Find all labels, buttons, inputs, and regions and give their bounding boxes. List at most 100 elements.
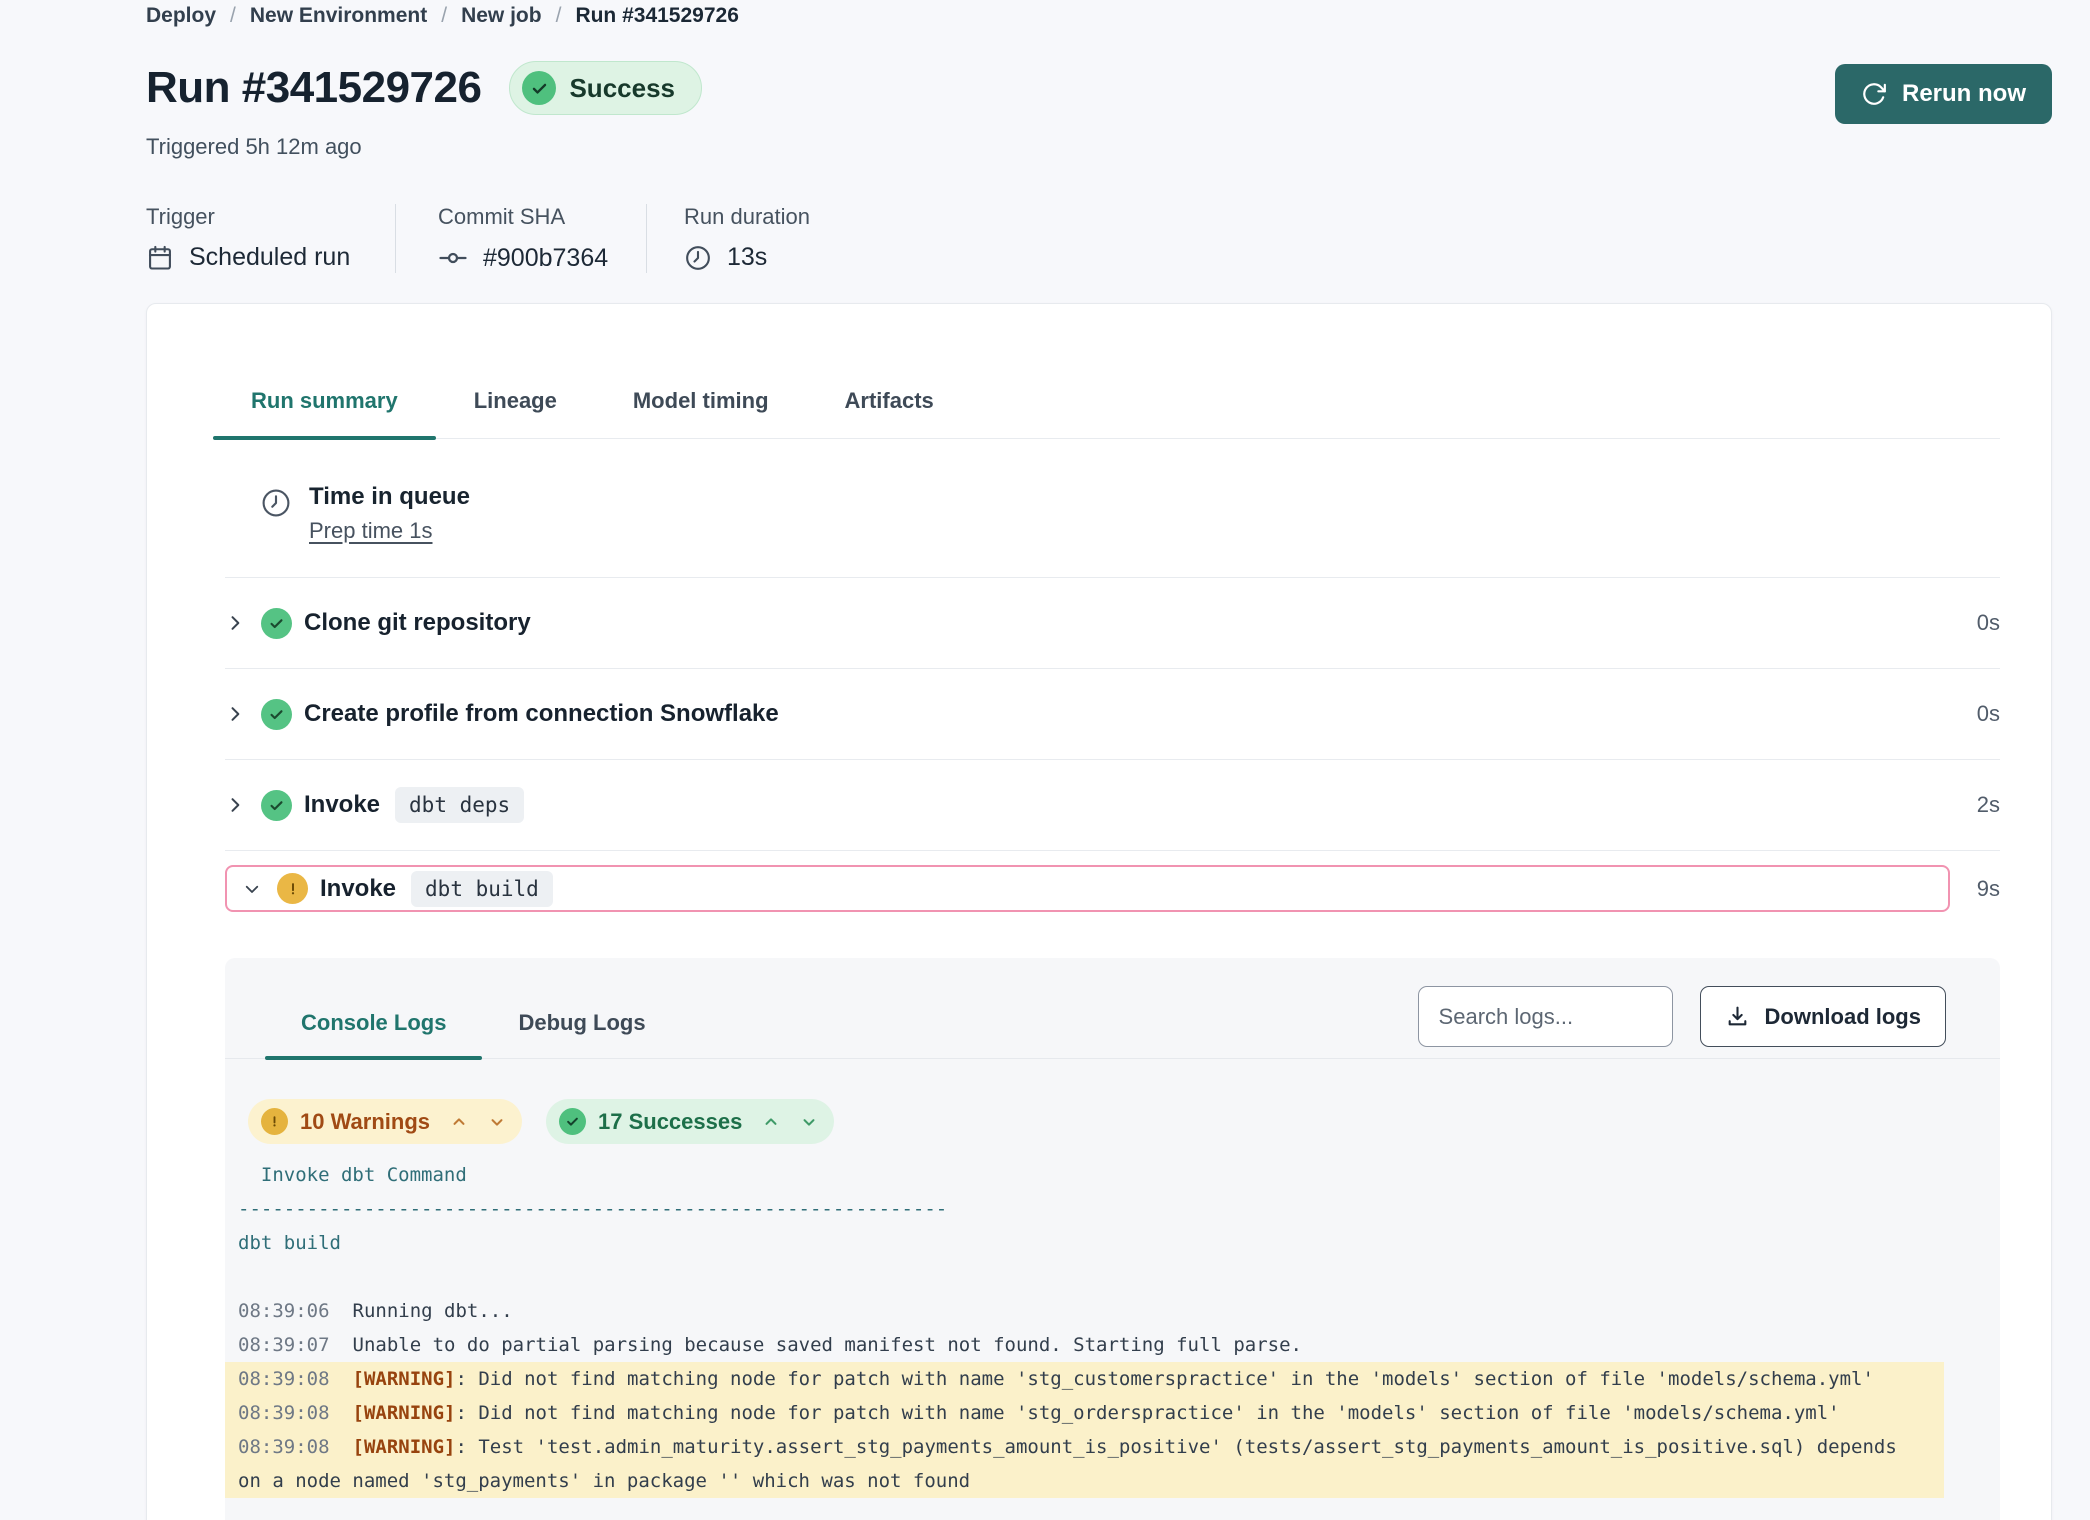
- log-filter-badges: 10 Warnings 17 Successes: [248, 1099, 2000, 1144]
- step-title: Clone git repository: [304, 609, 531, 637]
- breadcrumb-separator: /: [230, 4, 236, 28]
- logs-panel: Console Logs Debug Logs Download logs: [225, 958, 2000, 1520]
- rerun-now-label: Rerun now: [1902, 80, 2026, 108]
- download-logs-label: Download logs: [1765, 1004, 1921, 1030]
- chevron-down-icon[interactable]: [800, 1113, 818, 1131]
- meta-trigger-value: Scheduled run: [189, 243, 350, 272]
- log-timestamp: 08:39:07: [238, 1334, 330, 1356]
- log-line: Invoke dbt Command: [225, 1158, 2000, 1192]
- meta-run-duration: Run duration 13s: [646, 204, 810, 273]
- log-blank-line: [225, 1260, 2000, 1294]
- download-icon: [1725, 1004, 1750, 1029]
- page: Deploy / New Environment / New job / Run…: [0, 0, 2090, 1520]
- log-line-warning: 08:39:08[WARNING]: Did not find matching…: [225, 1396, 1944, 1430]
- breadcrumb-new-environment[interactable]: New Environment: [250, 4, 427, 28]
- log-message: : Did not find matching node for patch w…: [455, 1368, 1873, 1390]
- successes-badge-label: 17 Successes: [598, 1109, 742, 1135]
- log-message: : Test 'test.admin_maturity.assert_stg_p…: [455, 1436, 1896, 1458]
- success-check-icon: [261, 608, 292, 639]
- log-message: : Did not find matching node for patch w…: [455, 1402, 1839, 1424]
- page-title: Run #341529726: [146, 63, 481, 113]
- log-timestamp: 08:39:06: [238, 1300, 330, 1322]
- meta-duration-value: 13s: [727, 243, 767, 272]
- log-message: Unable to do partial parsing because sav…: [353, 1334, 1302, 1356]
- tab-debug-logs[interactable]: Debug Logs: [482, 958, 681, 1058]
- meta-trigger-label: Trigger: [146, 204, 395, 230]
- prep-time-link[interactable]: Prep time 1s: [309, 518, 433, 544]
- meta-duration-label: Run duration: [684, 204, 810, 230]
- step-title: Invoke: [320, 875, 396, 903]
- rerun-now-button[interactable]: Rerun now: [1835, 64, 2052, 124]
- step-duration: 9s: [1977, 876, 2000, 902]
- log-timestamp: 08:39:08: [238, 1368, 330, 1390]
- tab-model-timing[interactable]: Model timing: [595, 388, 807, 438]
- time-in-queue-section: Time in queue Prep time 1s: [225, 439, 2000, 578]
- commit-icon: [438, 243, 468, 273]
- calendar-icon: [146, 244, 174, 272]
- breadcrumb-deploy[interactable]: Deploy: [146, 4, 216, 28]
- success-check-icon: [522, 71, 556, 105]
- warning-icon: [277, 873, 308, 904]
- tab-run-summary[interactable]: Run summary: [213, 388, 436, 438]
- step-duration: 0s: [1977, 610, 2000, 636]
- triggered-time: Triggered 5h 12m ago: [146, 134, 2052, 160]
- breadcrumb-separator: /: [556, 4, 562, 28]
- chevron-up-icon[interactable]: [762, 1113, 780, 1131]
- logs-actions: Download logs: [1418, 986, 1946, 1047]
- log-separator-line: ----------------------------------------…: [225, 1192, 2000, 1226]
- breadcrumb: Deploy / New Environment / New job / Run…: [146, 4, 2052, 28]
- breadcrumb-current-run: Run #341529726: [575, 4, 738, 28]
- step-duration: 2s: [1977, 792, 2000, 818]
- search-logs-input[interactable]: [1418, 986, 1673, 1047]
- log-message: on a node named 'stg_payments' in packag…: [238, 1470, 970, 1492]
- clock-icon: [684, 244, 712, 272]
- success-check-icon: [261, 699, 292, 730]
- clock-icon: [260, 487, 292, 544]
- step-row-clone-git-repository[interactable]: Clone git repository 0s: [225, 578, 2000, 669]
- log-timestamp: 08:39:08: [238, 1436, 330, 1458]
- breadcrumb-new-job[interactable]: New job: [461, 4, 542, 28]
- download-logs-button[interactable]: Download logs: [1700, 986, 1946, 1047]
- log-line-warning: 08:39:08 [WARNING]: Test 'test.admin_matu…: [225, 1430, 1944, 1464]
- meta-commit-label: Commit SHA: [438, 204, 646, 230]
- tab-lineage[interactable]: Lineage: [436, 388, 595, 438]
- chevron-up-icon[interactable]: [450, 1113, 468, 1131]
- step-row-create-profile[interactable]: Create profile from connection Snowflake…: [225, 669, 2000, 760]
- step-command-chip: dbt deps: [395, 787, 524, 823]
- tab-console-logs[interactable]: Console Logs: [265, 958, 482, 1058]
- meta-commit-value: #900b7364: [483, 244, 608, 273]
- log-message: Running dbt...: [353, 1300, 513, 1322]
- title-row: Run #341529726 Success Rerun now: [146, 52, 2052, 124]
- run-detail-card: Run summary Lineage Model timing Artifac…: [146, 303, 2052, 1520]
- chevron-down-icon: [243, 880, 263, 898]
- tab-artifacts[interactable]: Artifacts: [807, 388, 972, 438]
- refresh-icon: [1861, 81, 1887, 107]
- run-meta: Trigger Scheduled run Commit SHA #900b73…: [146, 204, 2052, 273]
- status-badge: Success: [509, 61, 702, 115]
- warnings-badge-label: 10 Warnings: [300, 1109, 430, 1135]
- step-command-chip: dbt build: [411, 871, 553, 907]
- log-timestamp: 08:39:08: [238, 1402, 330, 1424]
- warning-log-block: 08:39:08[WARNING]: Did not find matching…: [225, 1362, 1944, 1498]
- warning-label: [WARNING]: [353, 1368, 456, 1390]
- log-line: dbt build: [225, 1226, 2000, 1260]
- step-row-invoke-dbt-deps[interactable]: Invoke dbt deps 2s: [225, 760, 2000, 851]
- log-line: 08:39:07 Unable to do partial parsing bec…: [225, 1328, 2000, 1362]
- breadcrumb-separator: /: [441, 4, 447, 28]
- successes-badge[interactable]: 17 Successes: [546, 1099, 834, 1144]
- step-title: Create profile from connection Snowflake: [304, 700, 779, 728]
- step-title: Invoke: [304, 791, 380, 819]
- chevron-down-icon[interactable]: [488, 1113, 506, 1131]
- warning-label: [WARNING]: [353, 1436, 456, 1458]
- success-check-icon: [261, 790, 292, 821]
- status-badge-label: Success: [569, 73, 675, 104]
- time-in-queue-title: Time in queue: [309, 483, 470, 511]
- success-check-icon: [559, 1108, 586, 1135]
- chevron-right-icon: [225, 613, 245, 633]
- step-duration: 0s: [1977, 701, 2000, 727]
- meta-trigger: Trigger Scheduled run: [146, 204, 395, 273]
- step-invoke-dbt-build-expanded[interactable]: Invoke dbt build: [225, 865, 1950, 912]
- warnings-badge[interactable]: 10 Warnings: [248, 1099, 522, 1144]
- chevron-right-icon: [225, 795, 245, 815]
- log-line-warning-continuation: on a node named 'stg_payments' in packag…: [225, 1464, 1944, 1498]
